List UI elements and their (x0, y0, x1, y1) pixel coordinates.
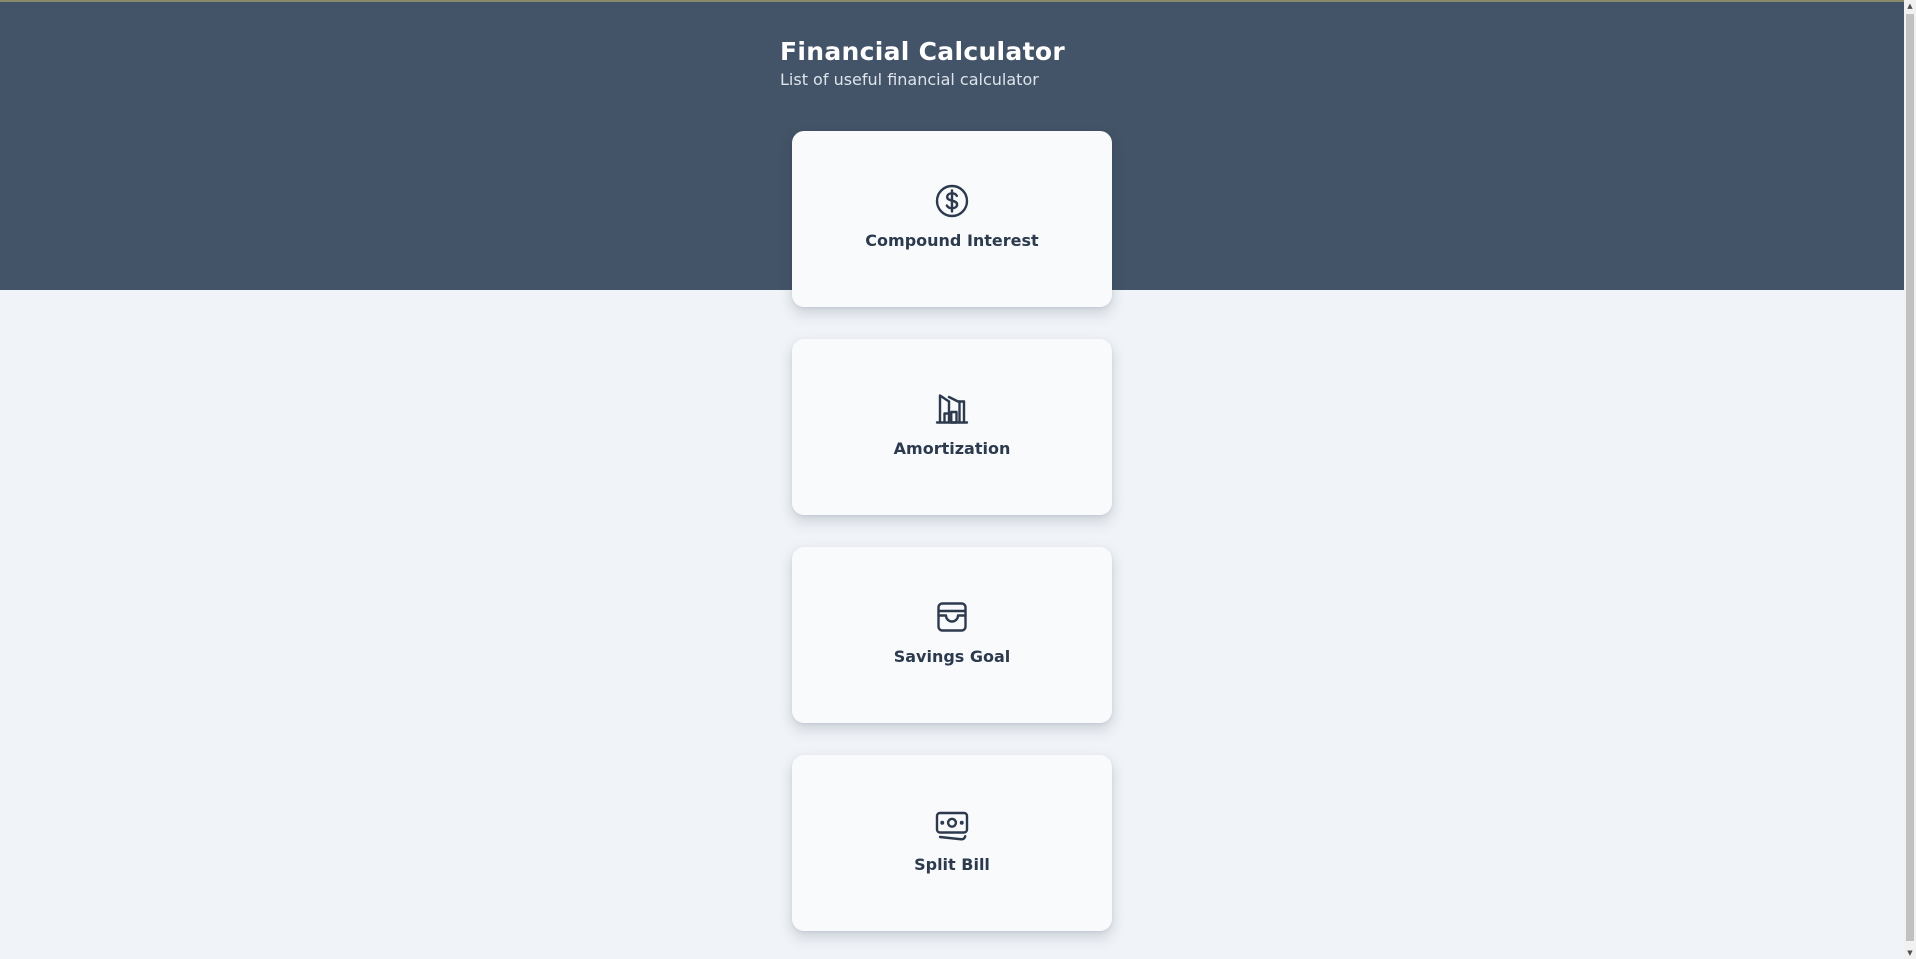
calculator-card-split-bill[interactable]: Split Bill (792, 755, 1112, 931)
calculator-card-savings-goal[interactable]: Savings Goal (792, 547, 1112, 723)
card-label: Split Bill (914, 855, 990, 874)
scroll-down-arrow[interactable]: ▼ (1904, 947, 1916, 959)
page-title: Financial Calculator (780, 37, 1065, 66)
scroll-thumb[interactable] (1906, 14, 1914, 941)
dollar-circle-icon (934, 183, 970, 219)
card-label: Compound Interest (865, 231, 1039, 250)
card-label: Savings Goal (893, 647, 1011, 666)
building-icon (934, 391, 970, 427)
wallet-icon (934, 599, 970, 635)
calculator-card-amortization[interactable]: Amortization (792, 339, 1112, 515)
vertical-scrollbar[interactable]: ▲ ▼ (1904, 0, 1916, 959)
cash-icon (934, 807, 970, 843)
page-subtitle: List of useful financial calculator (780, 70, 1039, 89)
calculator-card-compound-interest[interactable]: Compound Interest (792, 131, 1112, 307)
scroll-up-arrow[interactable]: ▲ (1904, 0, 1916, 12)
page: Financial Calculator List of useful fina… (0, 0, 1916, 959)
card-label: Amortization (893, 439, 1011, 458)
